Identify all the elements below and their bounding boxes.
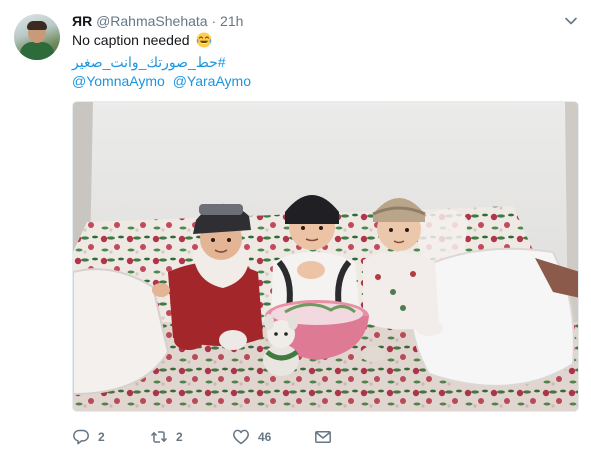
chevron-down-icon[interactable] bbox=[564, 14, 578, 28]
avatar[interactable] bbox=[14, 14, 60, 60]
mentions: @YomnaAymo @YaraAymo bbox=[72, 72, 255, 90]
reply-count: 2 bbox=[98, 430, 105, 444]
separator-dot: · bbox=[211, 13, 217, 29]
avatar-shirt bbox=[20, 42, 54, 60]
retweet-button[interactable]: 2 bbox=[150, 428, 183, 446]
reply-button[interactable]: 2 bbox=[72, 428, 105, 446]
mention-link[interactable]: @YaraAymo bbox=[173, 73, 251, 89]
like-button[interactable]: 46 bbox=[232, 428, 271, 446]
retweet-count: 2 bbox=[176, 430, 183, 444]
user-handle[interactable]: @RahmaShehata bbox=[96, 13, 208, 29]
tweet-text: No caption needed bbox=[72, 31, 212, 49]
tweet-timestamp[interactable]: 21h bbox=[220, 13, 243, 29]
direct-message-button[interactable] bbox=[314, 428, 332, 446]
retweet-icon bbox=[150, 431, 168, 443]
tweet-card[interactable]: ЯR @RahmaShehata · 21h No caption needed… bbox=[0, 0, 591, 459]
tears-of-joy-emoji-icon bbox=[196, 32, 212, 48]
tweet-photo[interactable] bbox=[72, 101, 579, 412]
like-count: 46 bbox=[258, 430, 272, 444]
photo-illustration bbox=[73, 102, 578, 411]
envelope-icon bbox=[315, 431, 331, 443]
avatar-hair bbox=[27, 21, 47, 30]
display-name[interactable]: ЯR bbox=[72, 13, 92, 29]
heart-icon bbox=[233, 429, 249, 445]
tweet-header: ЯR @RahmaShehata · 21h bbox=[72, 11, 243, 31]
mention-link[interactable]: @YomnaAymo bbox=[72, 73, 165, 89]
tweet-text-body: No caption needed bbox=[72, 32, 190, 48]
hashtag-link[interactable]: #حط_صورتك_وانت_صغير bbox=[72, 53, 226, 71]
reply-icon bbox=[73, 429, 89, 445]
